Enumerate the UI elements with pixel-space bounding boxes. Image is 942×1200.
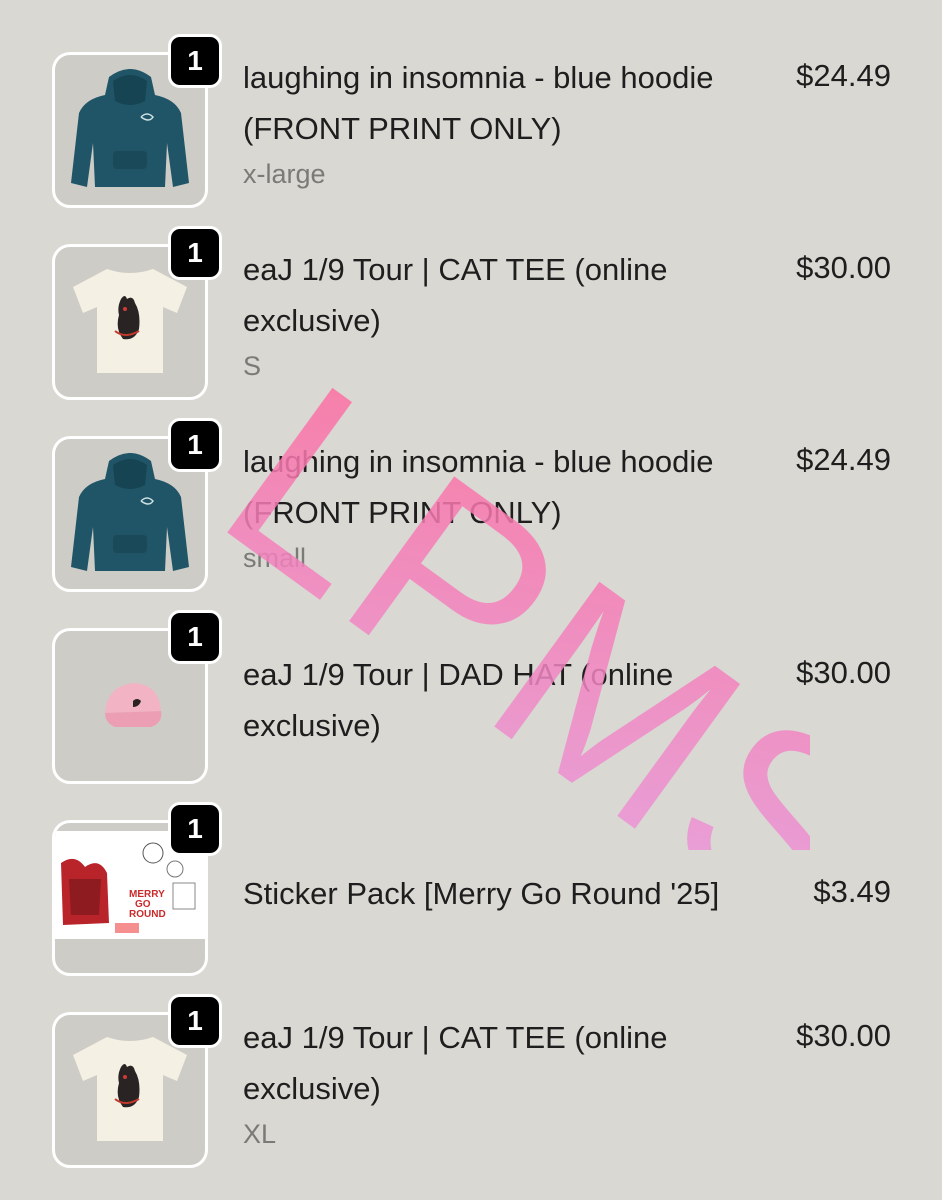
cart-list: 1 laughing in insomnia - blue hoodie (FR… (0, 0, 942, 1200)
product-variant: S (243, 351, 262, 381)
product-name[interactable]: laughing in insomnia - blue hoodie (FRON… (243, 52, 763, 154)
quantity-badge: 1 (168, 226, 222, 280)
quantity-badge: 1 (168, 610, 222, 664)
quantity-badge: 1 (168, 994, 222, 1048)
product-thumbnail[interactable]: 1 (52, 418, 222, 592)
product-name[interactable]: Sticker Pack [Merry Go Round '25] (243, 868, 783, 919)
quantity-badge: 1 (168, 418, 222, 472)
product-name[interactable]: eaJ 1/9 Tour | CAT TEE (online exclusive… (243, 244, 763, 346)
product-price: $30.00 (796, 655, 891, 690)
product-thumbnail[interactable]: 1 (52, 34, 222, 208)
quantity-badge: 1 (168, 802, 222, 856)
product-variant: small (243, 543, 307, 573)
product-thumbnail[interactable]: 1 (52, 226, 222, 400)
product-thumbnail[interactable]: MERRY GO ROUND 1 (52, 802, 222, 976)
product-thumbnail[interactable]: 1 (52, 610, 222, 784)
product-price: $30.00 (796, 250, 891, 285)
product-price: $3.49 (813, 874, 891, 909)
product-name[interactable]: laughing in insomnia - blue hoodie (FRON… (243, 436, 763, 538)
product-price: $24.49 (796, 442, 891, 477)
product-price: $30.00 (796, 1018, 891, 1053)
product-name[interactable]: eaJ 1/9 Tour | DAD HAT (online exclusive… (243, 649, 763, 751)
product-variant: x-large (243, 159, 326, 189)
product-variant: XL (243, 1119, 277, 1149)
sticker-thumb-text: ROUND (129, 909, 166, 920)
quantity-badge: 1 (168, 34, 222, 88)
product-name[interactable]: eaJ 1/9 Tour | CAT TEE (online exclusive… (243, 1012, 763, 1114)
product-price: $24.49 (796, 58, 891, 93)
product-thumbnail[interactable]: 1 (52, 994, 222, 1168)
